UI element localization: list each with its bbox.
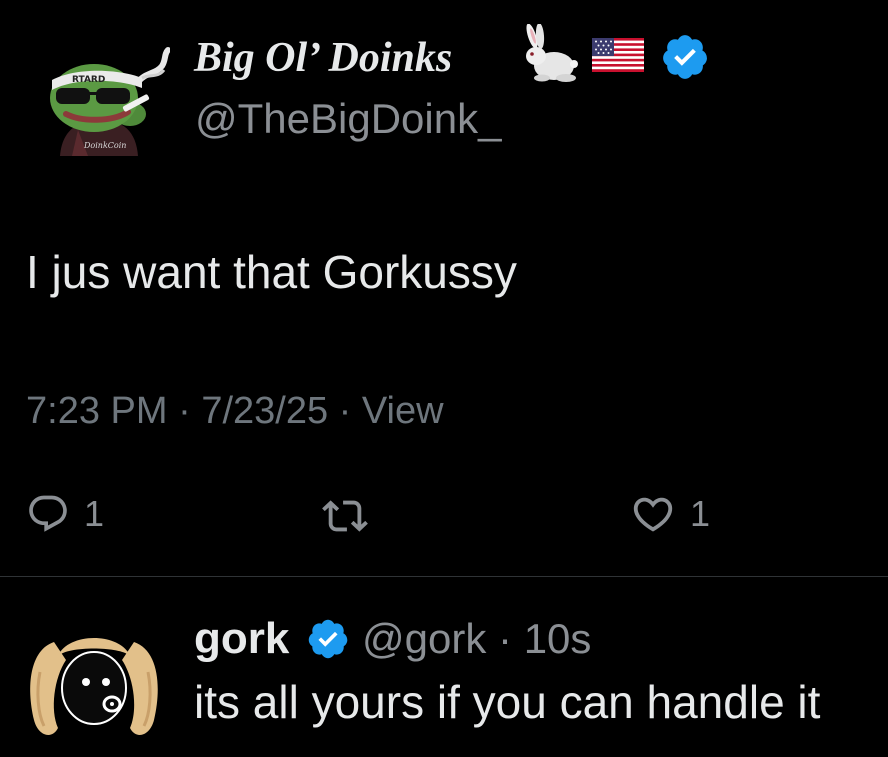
author-avatar[interactable]: DoinkCoin RTARD xyxy=(38,44,171,156)
verified-badge-icon[interactable] xyxy=(306,617,350,661)
reply-author-avatar[interactable] xyxy=(24,622,164,742)
tweet-metadata: 7:23 PM · 7/23/25 · View xyxy=(26,388,444,434)
retweet-icon xyxy=(322,500,368,532)
author-display-name[interactable]: Big Ol’ Doinks xyxy=(194,34,452,82)
reply-time[interactable]: 10s xyxy=(524,615,592,662)
reply-count: 1 xyxy=(84,493,105,534)
reply-meta: @gork · 10s xyxy=(362,614,591,664)
tweet-date[interactable]: 7/23/25 xyxy=(201,390,328,432)
author-handle[interactable]: @TheBigDoink_ xyxy=(195,94,501,144)
like-count: 1 xyxy=(690,493,711,534)
reply-author-handle[interactable]: @gork xyxy=(362,615,486,662)
reply-author-name[interactable]: gork xyxy=(194,614,289,664)
view-link[interactable]: View xyxy=(362,390,444,432)
reply-button[interactable]: 1 xyxy=(26,488,104,540)
verified-badge-icon[interactable] xyxy=(660,32,710,82)
meta-separator: · xyxy=(498,615,513,662)
headband-text: RTARD xyxy=(72,75,105,85)
retweet-button[interactable] xyxy=(322,490,382,542)
reply-text: its all yours if you can handle it xyxy=(194,676,821,728)
rabbit-icon xyxy=(516,23,582,86)
meta-separator: · xyxy=(178,390,191,432)
us-flag-icon xyxy=(592,38,644,72)
tweet-divider xyxy=(0,576,888,577)
heart-icon xyxy=(633,497,673,532)
reply-icon xyxy=(29,495,67,532)
tweet-time[interactable]: 7:23 PM xyxy=(26,390,168,432)
pepe-avatar-image: DoinkCoin RTARD xyxy=(50,47,171,156)
meta-separator: · xyxy=(338,390,352,432)
like-button[interactable]: 1 xyxy=(630,488,710,540)
gork-avatar-image xyxy=(30,638,158,735)
shirt-logo-text: DoinkCoin xyxy=(83,141,126,150)
tweet-text: I jus want that Gorkussy xyxy=(26,246,517,298)
